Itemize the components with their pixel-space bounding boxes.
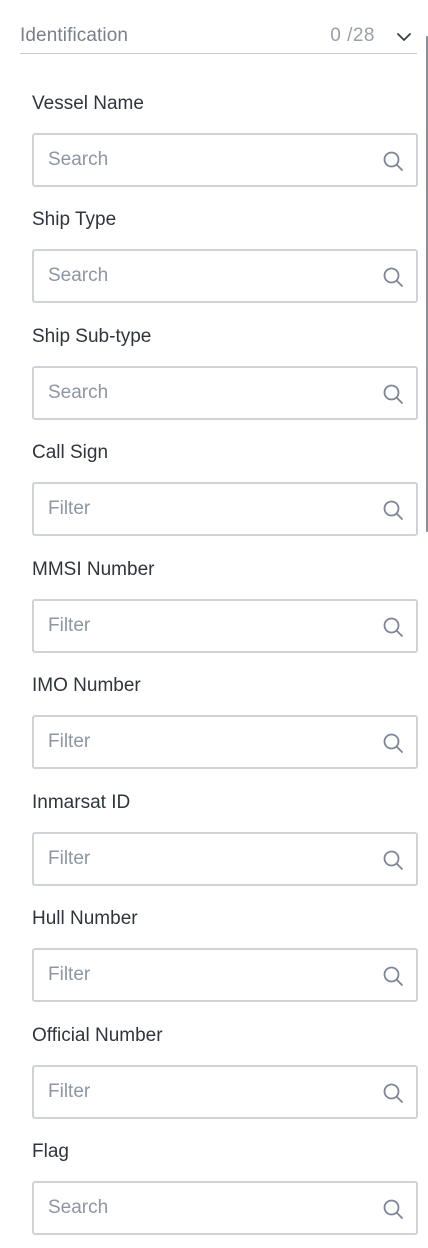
chevron-down-icon[interactable] xyxy=(395,28,413,46)
hull-number-input[interactable] xyxy=(48,950,368,1000)
hull-number-label: Hull Number xyxy=(32,908,138,929)
call-sign-input-box[interactable] xyxy=(32,482,418,536)
imo-number-label: IMO Number xyxy=(32,675,141,696)
inmarsat-id-input-box[interactable] xyxy=(32,832,418,886)
flag-label: Flag xyxy=(32,1141,69,1162)
ship-type-input-box[interactable] xyxy=(32,249,418,303)
search-icon[interactable] xyxy=(382,1082,404,1104)
field-ship-type: Ship Type xyxy=(32,208,418,303)
field-flag: Flag xyxy=(32,1140,418,1235)
identification-filter-panel: Identification 0 /28 Vessel Name Ship Ty… xyxy=(0,0,428,1248)
imo-number-input-box[interactable] xyxy=(32,715,418,769)
search-icon[interactable] xyxy=(382,616,404,638)
hull-number-input-box[interactable] xyxy=(32,948,418,1002)
field-imo-number: IMO Number xyxy=(32,674,418,769)
search-icon[interactable] xyxy=(382,266,404,288)
field-hull-number: Hull Number xyxy=(32,907,418,1002)
ship-sub-type-input[interactable] xyxy=(48,368,368,418)
official-number-input[interactable] xyxy=(48,1067,368,1117)
mmsi-number-input[interactable] xyxy=(48,601,368,651)
search-icon[interactable] xyxy=(382,1198,404,1220)
field-ship-sub-type: Ship Sub-type xyxy=(32,325,418,420)
field-official-number: Official Number xyxy=(32,1024,418,1119)
search-icon[interactable] xyxy=(382,150,404,172)
field-mmsi-number: MMSI Number xyxy=(32,558,418,653)
field-call-sign: Call Sign xyxy=(32,441,418,536)
vessel-name-input[interactable] xyxy=(48,135,368,185)
vessel-name-label: Vessel Name xyxy=(32,93,144,114)
section-title: Identification xyxy=(20,25,129,46)
call-sign-label: Call Sign xyxy=(32,442,109,463)
inmarsat-id-input[interactable] xyxy=(48,834,368,884)
mmsi-number-label: MMSI Number xyxy=(32,559,155,580)
mmsi-number-input-box[interactable] xyxy=(32,599,418,653)
search-icon[interactable] xyxy=(382,383,404,405)
ship-type-label: Ship Type xyxy=(32,209,117,230)
official-number-input-box[interactable] xyxy=(32,1065,418,1119)
search-icon[interactable] xyxy=(382,965,404,987)
search-icon[interactable] xyxy=(382,849,404,871)
section-filter-count: 0 /28 xyxy=(330,25,375,46)
search-icon[interactable] xyxy=(382,732,404,754)
field-inmarsat-id: Inmarsat ID xyxy=(32,791,418,886)
imo-number-input[interactable] xyxy=(48,717,368,767)
call-sign-input[interactable] xyxy=(48,484,368,534)
flag-input[interactable] xyxy=(48,1183,368,1233)
field-vessel-name: Vessel Name xyxy=(32,92,418,187)
search-icon[interactable] xyxy=(382,499,404,521)
ship-type-input[interactable] xyxy=(48,251,368,301)
identification-section-header[interactable]: Identification 0 /28 xyxy=(20,18,417,54)
ship-sub-type-label: Ship Sub-type xyxy=(32,326,152,347)
official-number-label: Official Number xyxy=(32,1025,163,1046)
ship-sub-type-input-box[interactable] xyxy=(32,366,418,420)
flag-input-box[interactable] xyxy=(32,1181,418,1235)
inmarsat-id-label: Inmarsat ID xyxy=(32,792,131,813)
vessel-name-input-box[interactable] xyxy=(32,133,418,187)
